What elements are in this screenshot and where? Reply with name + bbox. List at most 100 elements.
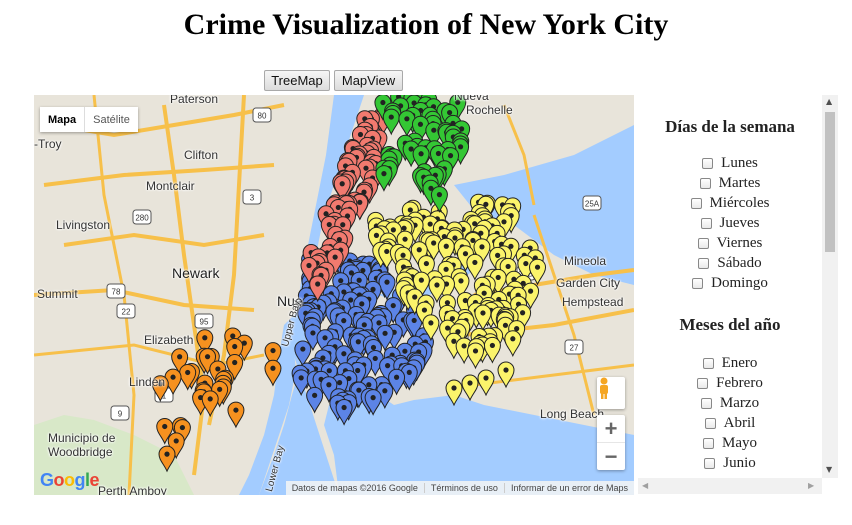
crime-marker-dot [361, 322, 367, 328]
report-error-link[interactable]: Informar de un error de Maps [503, 483, 634, 493]
zoom-control[interactable]: + − [597, 415, 625, 470]
map-canvas[interactable]: 803280782295192725A25B27 [34, 95, 634, 495]
crime-marker-dot [340, 222, 346, 228]
crime-marker-dot [232, 343, 238, 350]
scroll-left-arrow-icon[interactable]: ◀ [642, 481, 648, 490]
map-label: Municipio de [48, 431, 116, 445]
crime-marker-dot [300, 346, 306, 352]
crime-marker-dot [481, 290, 487, 296]
route-shield: 280 [132, 209, 152, 225]
month-filter-checkbox[interactable] [700, 398, 712, 409]
map-label: Elizabeth [144, 333, 194, 347]
svg-text:78: 78 [112, 288, 121, 297]
crime-marker-dot [162, 423, 168, 430]
day-filter-row[interactable]: Domingo [638, 275, 822, 292]
panel-vertical-scrollbar[interactable]: ▲ ▼ [822, 95, 838, 478]
route-shield: 22 [116, 303, 136, 319]
crime-marker-dot [341, 351, 347, 357]
crime-marker-dot [451, 338, 457, 344]
crime-marker-dot [523, 260, 529, 267]
crime-marker-dot [215, 366, 221, 372]
crime-marker-dot [370, 344, 377, 351]
crime-marker-dot [357, 131, 364, 138]
map-type-map[interactable]: Mapa [40, 107, 86, 132]
mapview-button[interactable]: MapView [334, 70, 403, 91]
month-filter-row[interactable]: Enero [638, 355, 822, 372]
month-filter-label: Junio [723, 455, 756, 471]
crime-marker-dot [443, 266, 449, 272]
month-filter-label: Mayo [722, 435, 757, 451]
crime-marker-dot [204, 354, 211, 360]
zoom-out-button[interactable]: − [597, 443, 625, 470]
terms-of-use-link[interactable]: Términos de uso [423, 483, 504, 493]
map-label: Livingston [56, 218, 111, 232]
crime-marker-dot [495, 274, 501, 281]
panel-horizontal-scrollbar[interactable]: ◀ ▶ [638, 478, 822, 494]
day-filter-checkbox[interactable] [699, 178, 711, 189]
month-filter-row[interactable]: Febrero [638, 375, 822, 392]
crime-marker-dot [462, 251, 469, 257]
day-filter-checkbox[interactable] [700, 218, 712, 229]
scrollbar-thumb[interactable] [825, 112, 835, 252]
map-view[interactable]: 803280782295192725A25B27 Mapa Satélite P… [34, 95, 634, 495]
crime-marker-dot [400, 252, 406, 258]
map-type-satellite[interactable]: Satélite [85, 107, 138, 132]
zoom-in-button[interactable]: + [597, 415, 625, 443]
map-type-control[interactable]: Mapa Satélite [40, 107, 138, 132]
crime-marker-dot [348, 297, 354, 303]
crime-marker-dot [173, 438, 179, 444]
crime-marker-dot [339, 181, 345, 187]
month-filter-label: Enero [721, 355, 758, 371]
map-label: Woodbridge [48, 445, 113, 459]
route-shield: 9 [110, 405, 130, 421]
day-filter-row[interactable]: Miércoles [638, 195, 822, 212]
crime-marker-dot [418, 277, 424, 283]
day-filter-row[interactable]: Viernes [638, 235, 822, 252]
day-filter-row[interactable]: Jueves [638, 215, 822, 232]
page-title: Crime Visualization of New York City [183, 8, 669, 41]
crime-marker-dot [423, 260, 429, 267]
day-filter-label: Viernes [716, 235, 763, 251]
crime-marker-dot [472, 348, 479, 354]
crime-marker-dot [310, 330, 316, 336]
crime-marker-dot [510, 336, 516, 342]
month-filter-checkbox[interactable] [703, 438, 714, 449]
month-filter-row[interactable]: Mayo [638, 435, 822, 452]
day-filter-row[interactable]: Martes [638, 175, 822, 192]
crime-marker-dot [322, 335, 328, 341]
day-filter-checkbox[interactable] [692, 278, 704, 289]
scroll-up-arrow-icon[interactable]: ▲ [826, 97, 832, 106]
crime-marker-dot [390, 227, 396, 233]
crime-marker-dot [177, 354, 183, 360]
month-filter-row[interactable]: Junio [638, 455, 822, 472]
scroll-right-arrow-icon[interactable]: ▶ [808, 481, 814, 490]
crime-marker-dot [435, 150, 442, 157]
crime-marker-dot [390, 302, 396, 309]
map-label: Long Beach [540, 407, 605, 421]
route-shield: 95 [194, 313, 214, 329]
month-filter-row[interactable]: Abril [638, 415, 822, 432]
month-filter-checkbox[interactable] [704, 418, 716, 429]
crime-marker-dot [388, 114, 394, 120]
map-label: Rochelle [466, 103, 513, 117]
day-filter-checkbox[interactable] [697, 238, 709, 249]
map-attribution: Datos de mapas ©2016 Google Términos de … [285, 481, 634, 495]
crime-marker-dot [382, 388, 388, 394]
scroll-down-arrow-icon[interactable]: ▼ [826, 465, 832, 474]
day-filter-row[interactable]: Sábado [638, 255, 822, 272]
day-filter-checkbox[interactable] [702, 158, 714, 169]
crime-marker-dot [479, 244, 485, 250]
day-filter-row[interactable]: Lunes [638, 155, 822, 172]
treemap-button[interactable]: TreeMap [264, 70, 330, 91]
crime-marker-dot [520, 310, 526, 316]
day-filter-checkbox[interactable] [698, 258, 710, 269]
crime-marker-dot [408, 146, 414, 152]
month-filter-checkbox[interactable] [702, 358, 714, 369]
month-filter-checkbox[interactable] [704, 458, 716, 469]
day-filter-checkbox[interactable] [690, 198, 702, 209]
month-filter-row[interactable]: Marzo [638, 395, 822, 412]
crime-marker-dot [417, 121, 424, 127]
street-view-pegman-icon[interactable] [597, 377, 625, 409]
month-filter-checkbox[interactable] [697, 378, 709, 389]
crime-marker-dot [416, 247, 422, 253]
